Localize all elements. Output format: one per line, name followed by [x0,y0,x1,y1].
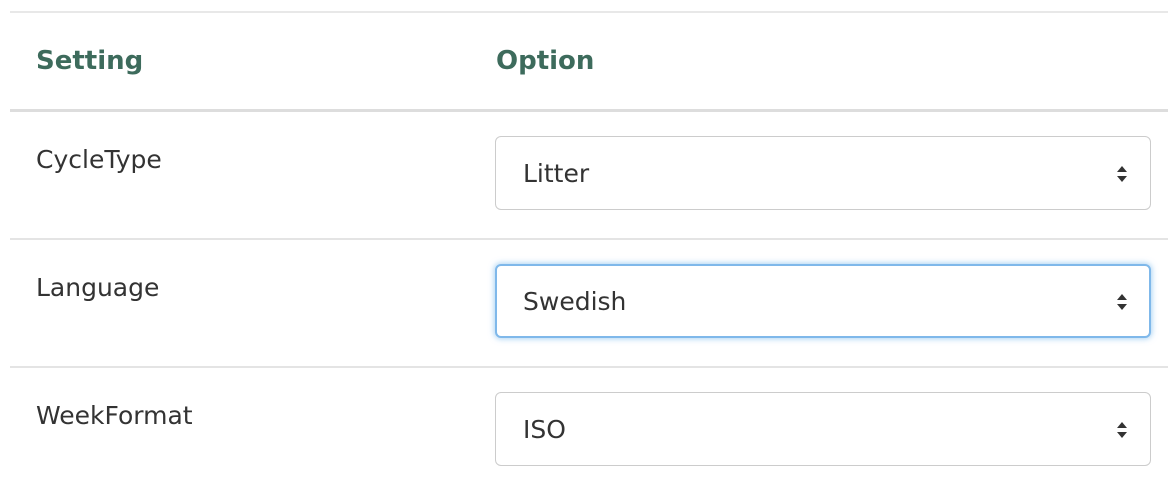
table-row-cycletype: CycleType Litter [10,112,1168,240]
settings-table: Setting Option CycleType Litter Language… [10,11,1168,494]
language-select[interactable]: Swedish [495,264,1151,338]
sort-caret-icon [1117,294,1127,310]
setting-label-cycletype: CycleType [36,145,162,174]
header-option: Option [496,46,595,76]
header-setting: Setting [36,46,144,76]
weekformat-select-value: ISO [523,415,566,444]
table-row-language: Language Swedish [10,240,1168,368]
cycletype-select[interactable]: Litter [495,136,1151,210]
setting-label-weekformat: WeekFormat [36,401,193,430]
sort-caret-icon [1117,422,1127,438]
language-select-value: Swedish [523,287,627,316]
weekformat-select[interactable]: ISO [495,392,1151,466]
cycletype-select-value: Litter [523,159,590,188]
setting-label-language: Language [36,273,160,302]
table-row-weekformat: WeekFormat ISO [10,368,1168,494]
sort-caret-icon [1117,166,1127,182]
table-header-row: Setting Option [10,13,1168,112]
